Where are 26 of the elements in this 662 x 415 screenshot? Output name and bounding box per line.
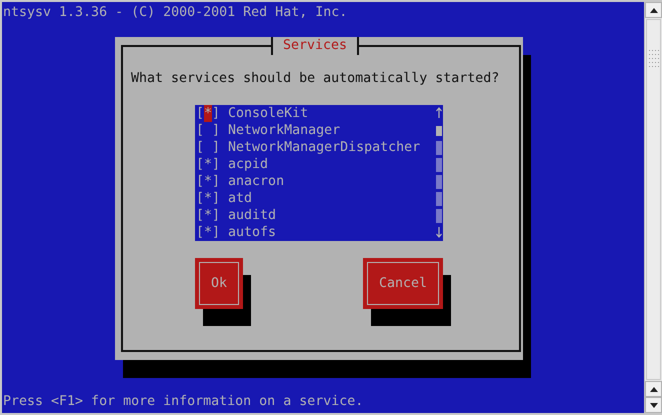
checkbox[interactable]: [*] <box>196 207 220 224</box>
scroll-up-icon[interactable] <box>645 381 662 397</box>
service-name: anacron <box>228 173 284 190</box>
cancel-button[interactable]: Cancel <box>363 258 443 309</box>
service-name: auditd <box>228 207 276 224</box>
service-name: atd <box>228 190 252 207</box>
checkbox[interactable]: [ ] <box>196 122 220 139</box>
checkbox[interactable]: [*] <box>196 156 220 173</box>
scrollbar-thumb[interactable] <box>646 19 661 380</box>
question-text: What services should be automatically started? <box>131 70 500 87</box>
service-name: NetworkManagerDispatcher <box>228 139 420 156</box>
window-scrollbar[interactable] <box>644 2 662 413</box>
title-line: ntsysv 1.3.36 - (C) 2000-2001 Red Hat, Inc. <box>2 4 348 21</box>
checkbox[interactable]: [*] <box>196 224 220 241</box>
checkbox[interactable]: [*] <box>196 173 220 190</box>
checkbox[interactable]: [ ] <box>196 139 220 156</box>
service-name: ConsoleKit <box>228 105 308 122</box>
ok-button[interactable]: Ok <box>195 258 243 309</box>
service-name: NetworkManager <box>228 122 340 139</box>
service-name: autofs <box>228 224 276 241</box>
scroll-up-icon[interactable] <box>645 2 662 18</box>
dialog-title: Services <box>271 37 360 55</box>
service-name: acpid <box>228 156 268 173</box>
status-line: Press <F1> for more information on a service. <box>2 393 364 411</box>
scroll-down-icon[interactable] <box>645 397 662 413</box>
checkbox[interactable]: [*] <box>196 190 220 207</box>
